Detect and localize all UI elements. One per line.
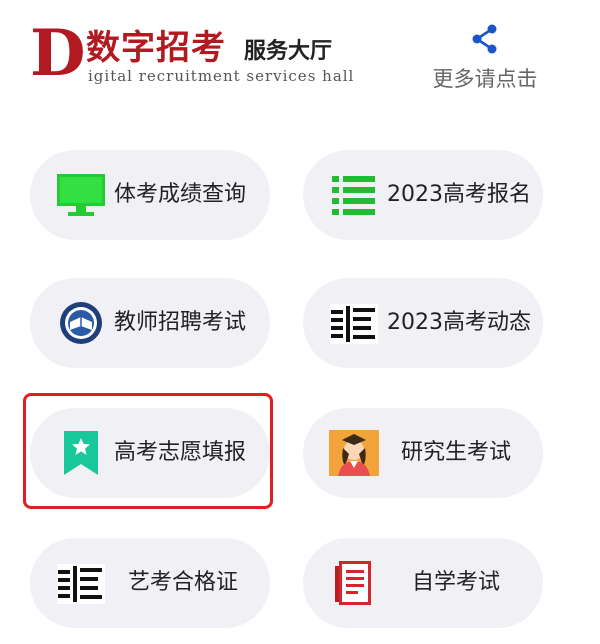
tile-graduate-exam[interactable]: 研究生考试 [303,408,543,498]
tile-label: 高考志愿填报 [114,440,247,465]
bookmark-star-icon [64,431,98,475]
service-grid: 体考成绩查询 2023高考报名 教师招聘考试 2023高考动态 高考志愿填报 研… [0,0,600,644]
tile-label: 2023高考报名 [387,182,531,207]
tile-label: 教师招聘考试 [114,310,247,335]
document-icon [335,561,371,605]
tile-self-study-exam[interactable]: 自学考试 [303,538,543,628]
tile-label: 2023高考动态 [387,310,531,335]
emblem-icon [60,302,102,344]
tile-label: 研究生考试 [400,440,511,465]
tile-gaokao-registration[interactable]: 2023高考报名 [303,150,543,240]
news-icon [57,564,105,604]
tile-gaokao-application[interactable]: 高考志愿填报 [30,408,270,498]
tile-teacher-recruitment[interactable]: 教师招聘考试 [30,278,270,368]
tile-art-exam-certificate[interactable]: 艺考合格证 [30,538,270,628]
tile-gaokao-news[interactable]: 2023高考动态 [303,278,543,368]
tile-label: 自学考试 [411,570,500,595]
list-icon [332,176,375,215]
news-icon [330,304,378,344]
graduate-avatar-icon [329,430,379,476]
tile-label: 艺考合格证 [127,570,238,595]
tile-label: 体考成绩查询 [114,182,247,207]
tile-physical-exam-score[interactable]: 体考成绩查询 [30,150,270,240]
monitor-icon [57,174,105,216]
